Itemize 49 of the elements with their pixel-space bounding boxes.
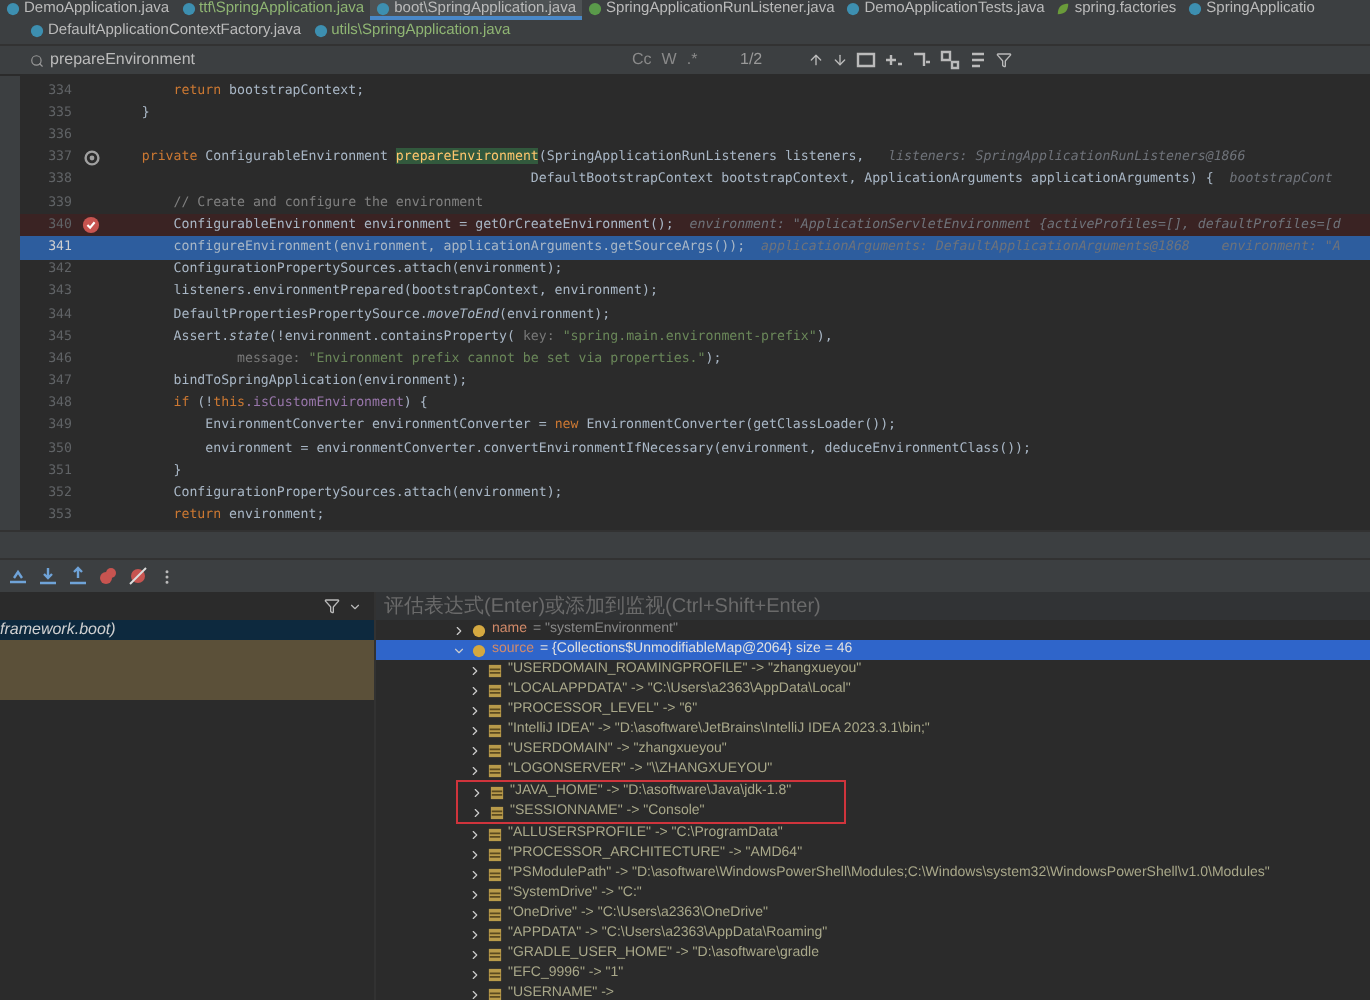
restore-layout-icon[interactable] (8, 566, 28, 586)
entry-icon (488, 847, 502, 861)
entry-icon (488, 683, 502, 697)
entry-icon (488, 703, 502, 717)
entry-icon (488, 867, 502, 881)
entry-icon (488, 723, 502, 737)
override-icon[interactable] (83, 150, 99, 167)
find-option-toggle[interactable]: .* (686, 48, 698, 72)
breakpoints-icon[interactable] (98, 566, 118, 586)
find-field[interactable]: prepareEnvironment (24, 47, 624, 73)
filter-icon[interactable] (996, 52, 1012, 68)
entry-icon (488, 987, 502, 1000)
filter-icon[interactable] (324, 598, 340, 614)
find-option-toggle[interactable]: Cc (632, 48, 652, 72)
entry-icon (490, 805, 504, 819)
class-icon (313, 23, 328, 37)
entry-icon (488, 887, 502, 901)
evaluate-field[interactable]: 评估表达式(Enter)或添加到监视(Ctrl+Shift+Enter) (376, 592, 1370, 620)
stack-frame[interactable]: framework.boot) (0, 620, 374, 640)
dropdown-icon[interactable] (348, 599, 362, 613)
step-out-icon[interactable] (68, 566, 88, 586)
entry-icon (488, 967, 502, 981)
list-icon[interactable] (968, 50, 988, 70)
add-occurrence-icon[interactable] (884, 50, 904, 70)
leaf-icon (1056, 1, 1071, 15)
breakpoint-icon[interactable] (82, 216, 100, 235)
select-all-icon[interactable] (940, 50, 960, 70)
entry-icon (488, 663, 502, 677)
class-icon (1188, 1, 1203, 15)
previous-occurrence-icon[interactable] (808, 52, 824, 68)
class-icon (846, 1, 861, 15)
entry-icon (488, 907, 502, 921)
next-occurrence-icon[interactable] (832, 52, 848, 68)
find-option-toggle[interactable]: W (661, 48, 677, 72)
mute-breakpoints-icon[interactable] (128, 566, 148, 586)
search-icon (30, 53, 44, 67)
entry-icon (488, 947, 502, 961)
window-icon[interactable] (856, 50, 876, 70)
class-icon (181, 1, 196, 15)
entry-icon (490, 785, 504, 799)
select-occurrences-icon[interactable] (912, 50, 932, 70)
interface-icon (588, 1, 603, 15)
step-over-icon[interactable] (38, 566, 58, 586)
match-count: 1/2 (740, 48, 765, 72)
class-icon (376, 1, 391, 15)
entry-icon (488, 927, 502, 941)
entry-icon (488, 763, 502, 777)
entry-icon (488, 743, 502, 757)
entry-icon (488, 827, 502, 841)
